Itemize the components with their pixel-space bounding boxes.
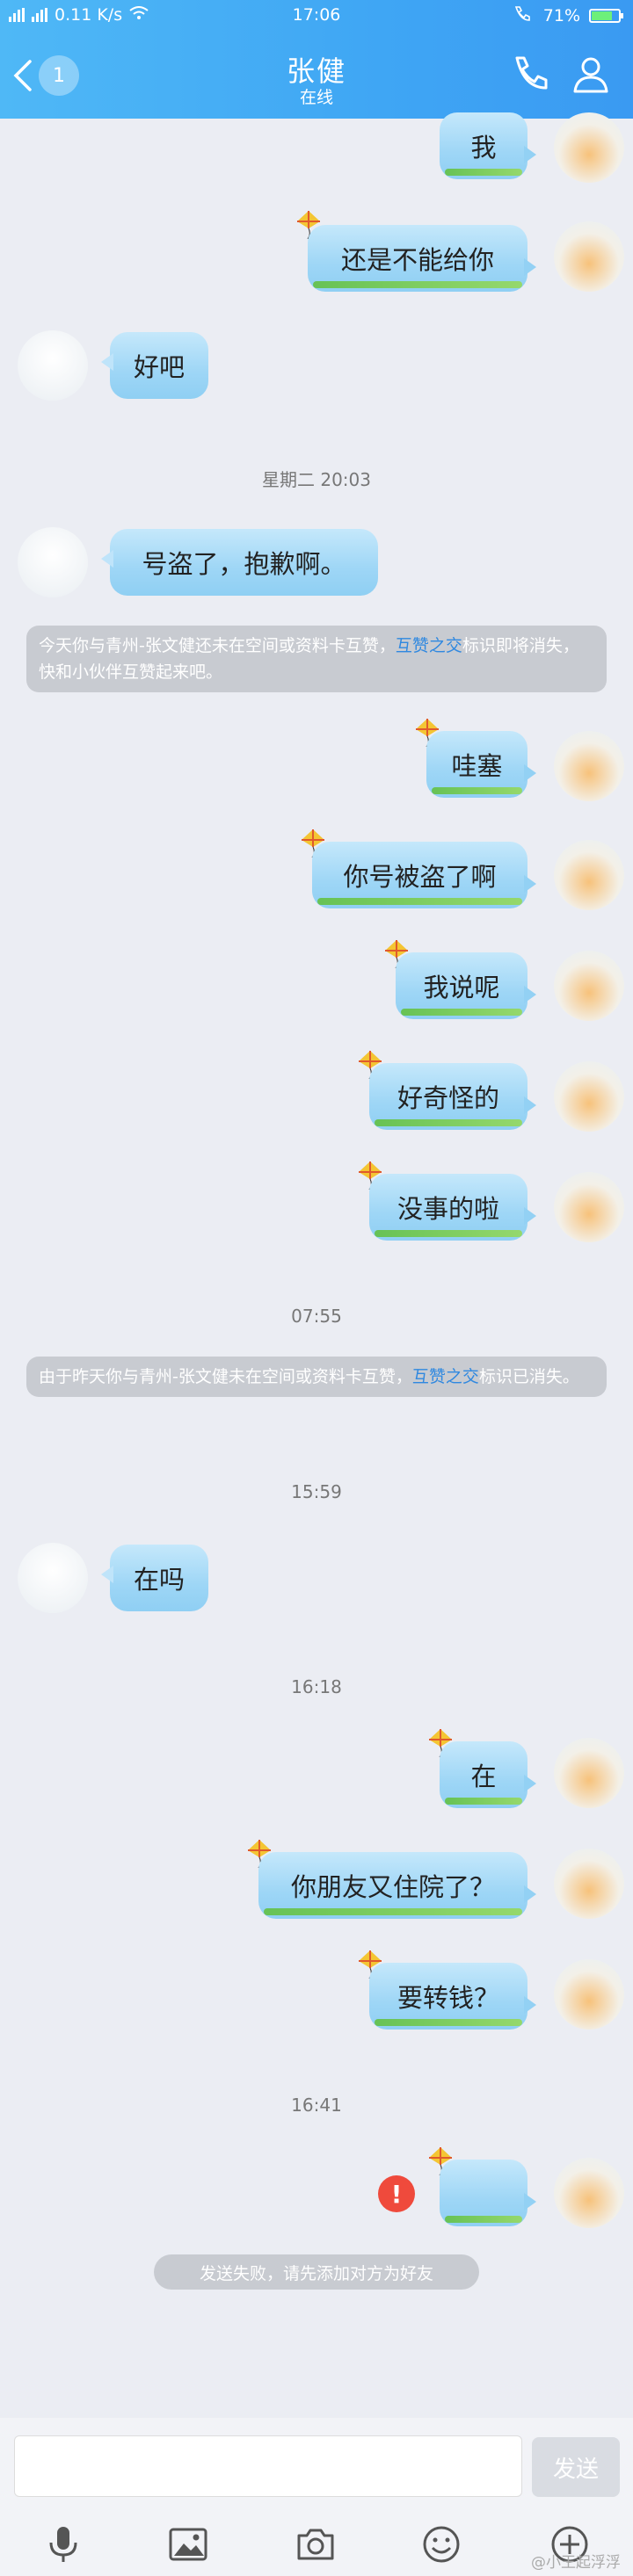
message-bubble-sent[interactable]: 要转钱？ bbox=[369, 1963, 536, 2030]
person-icon bbox=[573, 57, 608, 93]
message-text: 我 bbox=[470, 133, 497, 163]
friend-avatar[interactable] bbox=[18, 1543, 88, 1613]
top-bar: 0.11 K/s 17:06 71% 1 张健 在线 bbox=[0, 0, 633, 119]
message-text: 好吧 bbox=[133, 352, 185, 382]
timestamp: 15:59 bbox=[291, 1481, 342, 1502]
grass-decoration bbox=[432, 787, 522, 794]
message-bubble-sent[interactable]: 你号被盗了啊 bbox=[312, 842, 536, 908]
friend-avatar[interactable] bbox=[18, 330, 88, 401]
message-text: 号盗了，抱歉啊。 bbox=[142, 549, 346, 579]
my-avatar[interactable] bbox=[554, 1959, 624, 2030]
call-status-icon bbox=[513, 5, 535, 25]
message-text: 你号被盗了啊 bbox=[343, 862, 497, 892]
camera-button[interactable] bbox=[295, 2523, 337, 2565]
grass-decoration bbox=[375, 2019, 522, 2026]
message-bubble-sent[interactable]: 哇塞 bbox=[426, 731, 536, 798]
status-bar: 0.11 K/s 17:06 71% bbox=[0, 0, 633, 30]
message-text: 你朋友又住院了？ bbox=[290, 1872, 495, 1902]
message-text: 在吗 bbox=[133, 1565, 185, 1595]
send-button[interactable]: 发送 bbox=[532, 2437, 620, 2497]
my-avatar[interactable] bbox=[554, 221, 624, 292]
camera-icon bbox=[297, 2529, 334, 2560]
message-bubble-sent[interactable]: 我说呢 bbox=[396, 952, 536, 1019]
notice-link[interactable]: 互赞之交 bbox=[412, 1367, 479, 1386]
message-bubble-received[interactable]: 好吧 bbox=[101, 332, 208, 399]
my-avatar[interactable] bbox=[554, 1849, 624, 1919]
notice-text: 今天你与青州-张文健还未在空间或资料卡互赞， bbox=[39, 636, 396, 655]
my-avatar[interactable] bbox=[554, 951, 624, 1021]
grass-decoration bbox=[445, 1798, 522, 1805]
image-icon bbox=[169, 2528, 207, 2561]
my-avatar[interactable] bbox=[554, 840, 624, 910]
message-bubble-sent[interactable]: 你朋友又住院了？ bbox=[258, 1852, 536, 1919]
message-text: 好奇怪的 bbox=[397, 1083, 499, 1113]
profile-button[interactable] bbox=[570, 53, 612, 98]
my-avatar[interactable] bbox=[554, 1061, 624, 1132]
message-bubble-received[interactable]: 号盗了，抱歉啊。 bbox=[101, 529, 378, 596]
timestamp: 07:55 bbox=[291, 1306, 342, 1327]
message-bubble-sent[interactable]: 我 bbox=[440, 112, 536, 179]
my-avatar[interactable] bbox=[554, 1738, 624, 1808]
message-bubble-sent[interactable]: 还是不能给你 bbox=[308, 225, 536, 292]
grass-decoration bbox=[445, 2216, 522, 2223]
message-input[interactable] bbox=[14, 2435, 522, 2497]
message-text: 要转钱？ bbox=[397, 1983, 499, 2013]
my-avatar[interactable] bbox=[554, 731, 624, 801]
notice-link[interactable]: 互赞之交 bbox=[396, 636, 462, 655]
grass-decoration bbox=[375, 1230, 522, 1237]
message-bubble-sent[interactable]: 没事的啦 bbox=[369, 1174, 536, 1241]
microphone-icon bbox=[49, 2527, 77, 2562]
message-text: 我说呢 bbox=[423, 973, 500, 1002]
grass-decoration bbox=[264, 1908, 522, 1915]
my-avatar[interactable] bbox=[554, 2158, 624, 2228]
system-notice: 由于昨天你与青州-张文健未在空间或资料卡互赞，互赞之交标识已消失。 bbox=[26, 1357, 607, 1397]
message-text: 哇塞 bbox=[451, 751, 503, 781]
send-failed-icon[interactable]: ! bbox=[378, 2175, 415, 2212]
my-avatar[interactable] bbox=[554, 112, 624, 183]
notice-text: 由于昨天你与青州-张文健未在空间或资料卡互赞， bbox=[39, 1367, 412, 1386]
timestamp: 16:18 bbox=[291, 1676, 342, 1697]
voice-button[interactable] bbox=[42, 2523, 84, 2565]
message-text: 还是不能给你 bbox=[340, 245, 494, 275]
message-bubble-sent[interactable]: 好奇怪的 bbox=[369, 1063, 536, 1130]
grass-decoration bbox=[313, 281, 522, 288]
friend-avatar[interactable] bbox=[18, 527, 88, 597]
message-text: 在 bbox=[470, 1762, 497, 1791]
phone-call-button[interactable] bbox=[508, 53, 550, 98]
system-notice: 今天你与青州-张文健还未在空间或资料卡互赞，互赞之交标识即将消失，快和小伙伴互赞… bbox=[26, 626, 607, 692]
grass-decoration bbox=[445, 169, 522, 176]
timestamp: 星期二 20:03 bbox=[262, 469, 371, 490]
phone-icon bbox=[515, 56, 548, 90]
battery-percent: 71% bbox=[542, 5, 580, 25]
battery-fill bbox=[592, 11, 612, 20]
smiley-icon bbox=[423, 2526, 460, 2563]
battery-icon bbox=[589, 8, 623, 23]
send-failed-notice: 发送失败，请先添加对方为好友 bbox=[154, 2254, 479, 2290]
emoji-button[interactable] bbox=[420, 2523, 462, 2565]
timestamp: 16:41 bbox=[291, 2095, 342, 2116]
photo-button[interactable] bbox=[167, 2523, 209, 2565]
grass-decoration bbox=[317, 898, 522, 905]
my-avatar[interactable] bbox=[554, 1172, 624, 1242]
grass-decoration bbox=[401, 1009, 522, 1016]
grass-decoration bbox=[375, 1119, 522, 1126]
message-bubble-sent[interactable] bbox=[440, 2160, 536, 2226]
message-bubble-sent[interactable]: 在 bbox=[440, 1741, 536, 1808]
notice-text: 标识已消失。 bbox=[478, 1367, 579, 1386]
message-bubble-received[interactable]: 在吗 bbox=[101, 1545, 208, 1611]
watermark: @小王起浮浮 bbox=[531, 2554, 621, 2572]
message-text: 没事的啦 bbox=[397, 1194, 499, 1224]
